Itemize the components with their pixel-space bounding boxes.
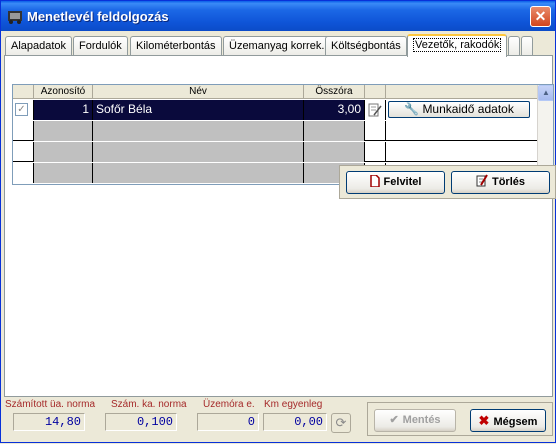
window-title: Menetlevél feldolgozás xyxy=(27,9,169,24)
km-balance-field: 0,00 xyxy=(263,413,327,431)
cancel-x-icon: ✖ xyxy=(478,413,490,428)
title-bar[interactable]: Menetlevél feldolgozás ✕ xyxy=(1,1,555,31)
row-checkbox[interactable]: ✓ xyxy=(15,103,28,116)
header-button-col xyxy=(386,85,538,99)
header-edit xyxy=(365,85,386,99)
empty-cell xyxy=(34,142,93,162)
grid-header: Azonosító Név Összóra xyxy=(13,85,538,99)
main-window: Menetlevél feldolgozás ✕ Alapadatok Ford… xyxy=(0,0,556,443)
cancel-button[interactable]: ✖ Mégsem xyxy=(470,409,546,432)
tab-panel: Azonosító Név Összóra ✓ 1 Sofőr Béla 3,0… xyxy=(4,55,556,397)
empty-cell xyxy=(93,142,304,162)
checkmark-icon: ✔ xyxy=(389,414,399,426)
engine-hours-label: Üzemóra e. xyxy=(203,399,255,410)
empty-cell xyxy=(386,142,538,162)
edit-cell[interactable] xyxy=(365,100,386,120)
header-osszora[interactable]: Összóra xyxy=(304,85,365,99)
tab-kilometerbontas[interactable]: Kilométerbontás xyxy=(130,36,222,56)
row-select-cell[interactable]: ✓ xyxy=(13,100,34,120)
save-button[interactable]: ✔ Mentés xyxy=(374,409,456,432)
table-row-empty[interactable] xyxy=(13,121,538,141)
tab-empty-1[interactable] xyxy=(508,36,520,56)
empty-cell xyxy=(304,142,365,162)
empty-cell xyxy=(386,121,538,141)
work-time-button[interactable]: 🔧 Munkaidő adatok xyxy=(388,101,530,118)
empty-cell xyxy=(365,121,386,141)
work-button-cell: 🔧 Munkaidő adatok xyxy=(386,100,538,120)
header-check xyxy=(13,85,34,99)
delete-button-label: Törlés xyxy=(491,176,525,188)
scroll-up-button[interactable]: ▲ xyxy=(538,85,553,101)
save-button-label: Mentés xyxy=(402,414,441,426)
tab-strip: Alapadatok Fordulók Kilométerbontás Üzem… xyxy=(5,34,553,57)
dialog-buttons-group: ✔ Mentés ✖ Mégsem xyxy=(367,402,553,436)
tab-active-label: Vezetők, rakodók xyxy=(413,38,502,52)
calc-norm-label: Számított üa. norma xyxy=(5,399,96,410)
tab-uzemanyag-korrek[interactable]: Üzemanyag korrek. xyxy=(223,36,331,56)
empty-cell xyxy=(93,121,304,141)
refresh-icon[interactable]: ⟳ xyxy=(331,413,351,433)
add-button[interactable]: Felvitel xyxy=(346,171,445,194)
engine-hours-field: 0 xyxy=(197,413,259,431)
app-icon xyxy=(8,11,22,24)
table-row[interactable]: ✓ 1 Sofőr Béla 3,00 🔧 Munkaidő adatok xyxy=(13,100,538,120)
tab-fordulok[interactable]: Fordulók xyxy=(73,36,128,56)
empty-cell xyxy=(13,142,34,162)
empty-cell xyxy=(34,163,93,183)
header-azonosito[interactable]: Azonosító xyxy=(34,85,93,99)
empty-cell xyxy=(93,163,304,183)
header-nev[interactable]: Név xyxy=(93,85,304,99)
grid-actions-group: Felvitel Törlés xyxy=(339,165,556,199)
calc-ka-norm-label: Szám. ka. norma xyxy=(111,399,187,410)
calc-ka-norm-field: 0,100 xyxy=(105,413,177,431)
delete-document-icon xyxy=(476,174,488,187)
tab-koltsegbontas[interactable]: Költségbontás xyxy=(325,36,407,56)
tab-empty-2[interactable] xyxy=(521,36,533,56)
empty-cell xyxy=(304,121,365,141)
cell-azonosito[interactable]: 1 xyxy=(34,100,93,120)
empty-cell xyxy=(13,163,34,183)
cancel-button-label: Mégsem xyxy=(493,416,538,428)
calc-norm-field: 14,80 xyxy=(13,413,85,431)
footer: Számított üa. norma 14,80 Szám. ka. norm… xyxy=(1,399,556,444)
cell-nev[interactable]: Sofőr Béla xyxy=(93,100,304,120)
wrench-icon: 🔧 xyxy=(404,102,420,116)
close-button[interactable]: ✕ xyxy=(530,6,551,27)
tab-alapadatok[interactable]: Alapadatok xyxy=(5,36,73,56)
cell-osszora[interactable]: 3,00 xyxy=(304,100,365,120)
work-time-label: Munkaidő adatok xyxy=(422,102,514,116)
empty-cell xyxy=(13,121,34,141)
empty-cell xyxy=(365,142,386,162)
tab-vezetok-rakodok[interactable]: Vezetők, rakodók xyxy=(407,34,508,57)
edit-note-icon[interactable] xyxy=(368,103,382,117)
table-row-empty[interactable] xyxy=(13,142,538,162)
km-balance-label: Km egyenleg xyxy=(264,399,323,410)
new-document-icon xyxy=(369,175,380,187)
delete-button[interactable]: Törlés xyxy=(451,171,550,194)
add-button-label: Felvitel xyxy=(383,176,422,188)
empty-cell xyxy=(34,121,93,141)
